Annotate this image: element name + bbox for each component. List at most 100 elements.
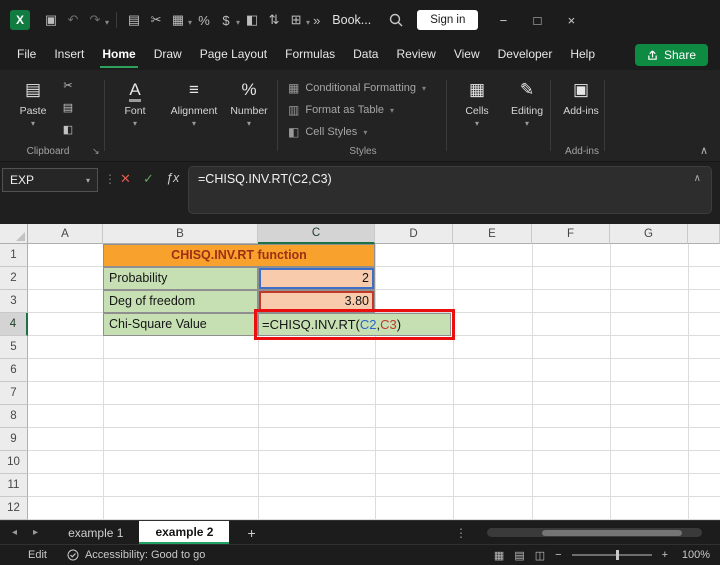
sheet-tab-example-1[interactable]: example 1 — [52, 521, 139, 544]
percent-style-icon[interactable]: % — [193, 13, 215, 28]
cell-c2-value[interactable]: 2 — [258, 267, 375, 290]
row-header-1[interactable]: 1 — [0, 244, 28, 267]
cut-button[interactable]: ✂ — [58, 79, 78, 92]
editing-menu-button[interactable]: ✎ Editing ▾ — [502, 78, 552, 128]
sheet-nav-right-icon[interactable]: ▸ — [33, 527, 38, 538]
col-header-d[interactable]: D — [375, 224, 453, 244]
scrollbar-thumb[interactable] — [542, 529, 682, 536]
clipboard-dialog-launcher-icon[interactable]: ↘ — [92, 146, 100, 157]
menu-tab-draw[interactable]: Draw — [145, 40, 191, 70]
sort-icon[interactable]: ⇅ — [263, 12, 285, 28]
toolbar-overflow-icon[interactable]: » — [313, 13, 320, 28]
col-header-c[interactable]: C — [258, 224, 375, 244]
cell-c3-value[interactable]: 3.80 — [258, 290, 375, 313]
cancel-entry-icon[interactable]: ✕ — [120, 171, 131, 187]
conditional-formatting-button[interactable]: ▦ Conditional Formatting ▾ — [288, 79, 426, 97]
picture-caret-icon[interactable]: ▾ — [188, 18, 192, 27]
cell-b1-title[interactable]: CHISQ.INV.RT function — [103, 244, 375, 267]
sheet-tab-options-icon[interactable]: ⋮ — [447, 521, 475, 544]
row-header-2[interactable]: 2 — [0, 267, 28, 290]
cell-c4-formula-editing[interactable]: =CHISQ.INV.RT(C2,C3) — [258, 313, 451, 336]
undo-icon[interactable]: ↶ — [62, 12, 84, 28]
row-header-9[interactable]: 9 — [0, 428, 28, 451]
currency-style-icon[interactable]: $ — [215, 13, 237, 28]
save-icon[interactable]: ▣ — [40, 12, 62, 28]
insert-function-icon[interactable]: ƒx — [166, 171, 179, 185]
formula-bar-handle-icon[interactable]: ⋮ — [104, 172, 116, 186]
menu-tab-formulas[interactable]: Formulas — [276, 40, 344, 70]
fill-color-icon[interactable]: ◧ — [241, 12, 263, 28]
addins-button[interactable]: ▣ Add-ins — [556, 78, 606, 117]
page-break-view-icon[interactable]: ◫ — [535, 549, 545, 562]
number-menu-button[interactable]: % Number ▾ — [224, 78, 274, 128]
zoom-out-icon[interactable]: − — [555, 549, 561, 561]
menu-tab-developer[interactable]: Developer — [489, 40, 562, 70]
row-header-5[interactable]: 5 — [0, 336, 28, 359]
formula-input[interactable]: =CHISQ.INV.RT(C2,C3) ∧ — [188, 166, 712, 214]
accessibility-checker[interactable]: Accessibility: Good to go — [67, 549, 205, 561]
col-header-g[interactable]: G — [610, 224, 688, 244]
collapse-ribbon-icon[interactable]: ∧ — [700, 144, 708, 157]
name-box-caret-icon[interactable]: ▾ — [86, 176, 90, 185]
paste-icon[interactable]: ▤ — [123, 12, 145, 28]
menu-tab-page-layout[interactable]: Page Layout — [191, 40, 276, 70]
maximize-button[interactable]: □ — [520, 0, 554, 40]
redo-icon[interactable]: ↷ — [84, 12, 106, 28]
normal-view-icon[interactable]: ▦ — [494, 549, 504, 562]
cells-menu-button[interactable]: ▦ Cells ▾ — [452, 78, 502, 128]
menu-tab-review[interactable]: Review — [387, 40, 444, 70]
name-box[interactable]: EXP ▾ — [2, 168, 98, 192]
currency-caret-icon[interactable]: ▾ — [236, 18, 240, 27]
row-header-12[interactable]: 12 — [0, 497, 28, 520]
row-header-3[interactable]: 3 — [0, 290, 28, 313]
add-sheet-icon[interactable]: + — [229, 521, 273, 544]
col-header-e[interactable]: E — [453, 224, 532, 244]
menu-tab-data[interactable]: Data — [344, 40, 387, 70]
zoom-slider[interactable] — [571, 550, 652, 560]
zoom-level[interactable]: 100% — [678, 549, 710, 561]
cut-icon[interactable]: ✂ — [145, 12, 167, 28]
cell-styles-button[interactable]: ◧ Cell Styles ▾ — [288, 123, 367, 141]
search-icon[interactable] — [389, 13, 403, 27]
row-header-8[interactable]: 8 — [0, 405, 28, 428]
redo-caret-icon[interactable]: ▾ — [105, 18, 109, 27]
row-header-4[interactable]: 4 — [0, 313, 28, 336]
col-header-f[interactable]: F — [532, 224, 610, 244]
cell-b4-result-label[interactable]: Chi-Square Value — [103, 313, 258, 336]
picture-icon[interactable]: ▦ — [167, 12, 189, 28]
sheet-nav-left-icon[interactable]: ◂ — [12, 527, 17, 538]
col-header-b[interactable]: B — [103, 224, 258, 244]
menu-tab-help[interactable]: Help — [561, 40, 604, 70]
scrollbar-track[interactable] — [487, 528, 702, 537]
row-header-6[interactable]: 6 — [0, 359, 28, 382]
col-header-a[interactable]: A — [28, 224, 103, 244]
format-painter-button[interactable]: ◧ — [58, 123, 78, 136]
alignment-menu-button[interactable]: ≡ Alignment ▾ — [166, 78, 222, 128]
row-header-11[interactable]: 11 — [0, 474, 28, 497]
cell-b2-probability[interactable]: Probability — [103, 267, 258, 290]
menu-tab-home[interactable]: Home — [93, 40, 144, 70]
table-icon[interactable]: ⊞ — [285, 12, 307, 28]
format-as-table-button[interactable]: ▥ Format as Table ▾ — [288, 101, 394, 119]
cell-grid[interactable]: CHISQ.INV.RT function Probability 2 Deg … — [28, 244, 720, 520]
confirm-entry-icon[interactable]: ✓ — [143, 171, 154, 187]
sign-in-button[interactable]: Sign in — [417, 10, 479, 30]
copy-button[interactable]: ▤ — [58, 101, 78, 114]
paste-button[interactable]: ▤ Paste ▾ — [8, 78, 58, 128]
font-menu-button[interactable]: A Font ▾ — [110, 78, 160, 129]
menu-tab-file[interactable]: File — [8, 40, 45, 70]
minimize-button[interactable]: − — [486, 0, 520, 40]
menu-tab-insert[interactable]: Insert — [45, 40, 93, 70]
page-layout-view-icon[interactable]: ▤ — [514, 549, 524, 562]
select-all-corner[interactable] — [0, 224, 28, 244]
close-button[interactable]: × — [554, 0, 588, 40]
zoom-slider-thumb[interactable] — [615, 550, 619, 560]
cell-b3-dof[interactable]: Deg of freedom — [103, 290, 258, 313]
share-button[interactable]: Share — [634, 44, 708, 66]
zoom-in-icon[interactable]: + — [662, 549, 668, 561]
table-caret-icon[interactable]: ▾ — [306, 18, 310, 27]
sheet-tab-example-2[interactable]: example 2 — [139, 521, 230, 544]
menu-tab-view[interactable]: View — [445, 40, 489, 70]
col-header-partial[interactable] — [688, 224, 720, 244]
row-header-7[interactable]: 7 — [0, 382, 28, 405]
